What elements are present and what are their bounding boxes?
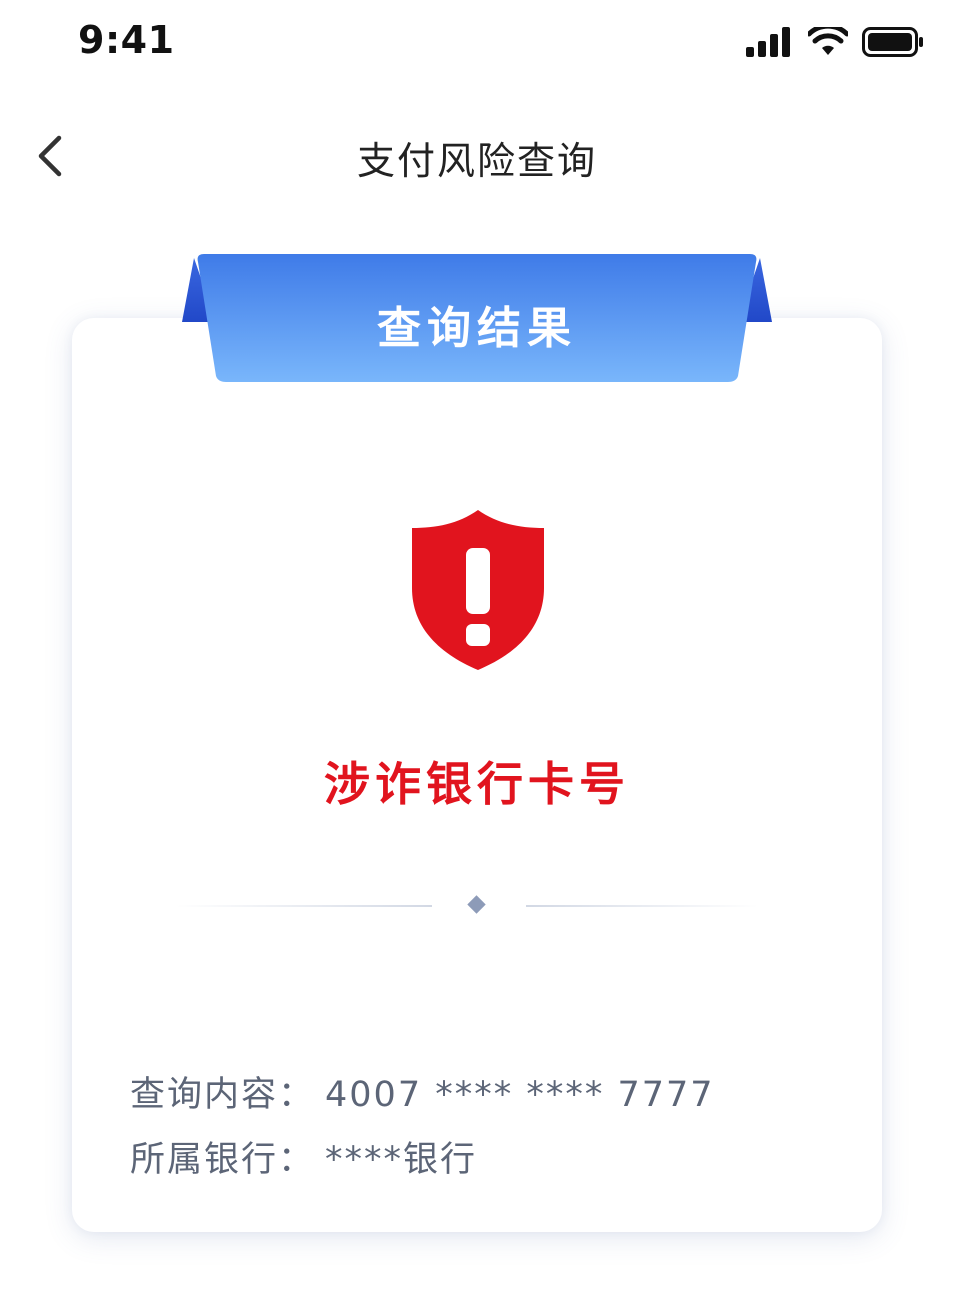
query-content-row: 查询内容： 4007 **** **** 7777	[130, 1066, 715, 1117]
phone-screen: 9:41 支付风险查询 查询结果 涉诈银行卡号 查询内容： 4007 **** …	[0, 0, 954, 1316]
page-title: 支付风险查询	[356, 139, 597, 183]
divider-right	[526, 905, 758, 907]
status-bar: 9:41	[0, 0, 954, 84]
query-content-label: 查询内容：	[130, 1075, 316, 1115]
status-time: 9:41	[78, 18, 175, 62]
wifi-icon	[808, 27, 848, 55]
battery-icon	[862, 27, 923, 57]
nav-bar: 支付风险查询	[0, 100, 954, 210]
alert-shield-icon	[412, 510, 544, 670]
bank-label: 所属银行：	[130, 1140, 316, 1180]
bank-row: 所属银行： ****银行	[130, 1131, 477, 1182]
result-status-text: 涉诈银行卡号	[324, 757, 630, 811]
divider-left	[176, 905, 432, 907]
bank-value: ****银行	[325, 1140, 478, 1180]
ribbon-title: 查询结果	[377, 303, 577, 354]
signal-icon	[746, 27, 790, 57]
result-ribbon: 查询结果	[180, 252, 774, 384]
status-icons	[746, 24, 924, 60]
query-content-value: 4007 **** **** 7777	[325, 1075, 715, 1115]
